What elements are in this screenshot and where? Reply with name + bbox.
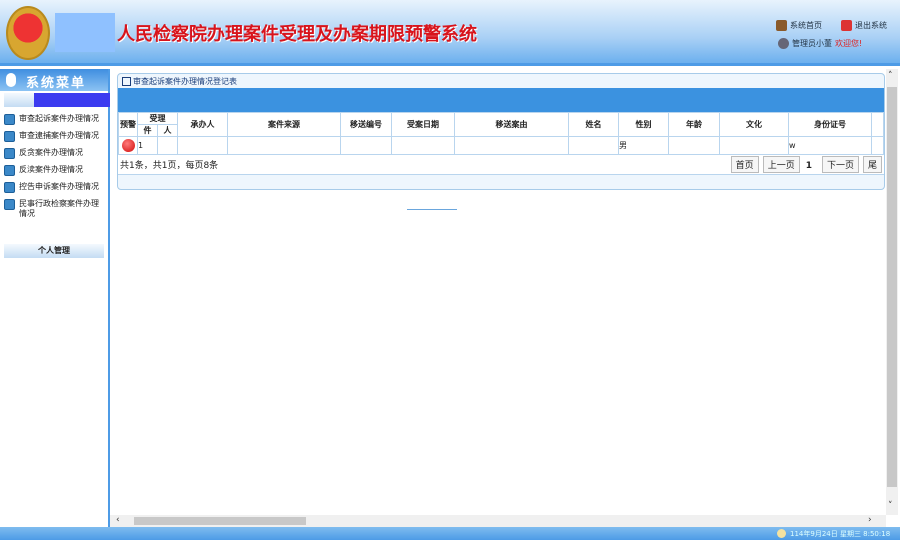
procuratorate-emblem-logo bbox=[6, 6, 50, 60]
last-page-button[interactable]: 尾 bbox=[862, 156, 882, 173]
user-icon bbox=[778, 38, 789, 49]
col-warning: 预警 bbox=[118, 112, 138, 137]
panel-title: 审查起诉案件办理情况登记表 bbox=[118, 74, 884, 88]
scrollbar-thumb[interactable] bbox=[134, 517, 306, 525]
first-page-button[interactable]: 首页 bbox=[730, 156, 759, 173]
mouse-icon bbox=[6, 73, 16, 87]
scrollbar-thumb[interactable] bbox=[887, 87, 897, 487]
sidebar-item-label: 反渎案件办理情况 bbox=[19, 165, 83, 174]
redacted-region bbox=[55, 13, 115, 52]
sidebar-item-complaint[interactable]: 控告申诉案件办理情况 bbox=[0, 179, 108, 196]
welcome-text: 欢迎您! bbox=[835, 39, 863, 48]
prev-page-button[interactable]: 上一页 bbox=[762, 156, 800, 173]
loading-line bbox=[407, 209, 457, 210]
scroll-right-icon[interactable]: › bbox=[868, 515, 872, 525]
sidebar-item-label: 反贪案件办理情况 bbox=[19, 148, 83, 157]
group-label: 个人管理 bbox=[38, 246, 70, 255]
vertical-scrollbar[interactable]: ˄ ˅ bbox=[886, 69, 898, 515]
status-bar: 114年9月24日 星期三 8:50:18 bbox=[0, 527, 900, 540]
home-link[interactable]: 系统首页 bbox=[776, 20, 822, 31]
status-datetime: 114年9月24日 星期三 8:50:18 bbox=[790, 530, 891, 538]
cell-id-no: w bbox=[788, 136, 872, 155]
cell-transfer-reason bbox=[454, 136, 569, 155]
case-table: 预警 受理 承办人 案件来源 移送编号 受案日期 移送案由 姓名 性别 年龄 文… bbox=[118, 112, 884, 155]
sidebar-item-civil-admin[interactable]: 民事行政检察案件办理情况 bbox=[0, 196, 108, 222]
table-icon bbox=[122, 76, 131, 86]
scroll-up-icon[interactable]: ˄ bbox=[888, 71, 893, 81]
current-page: 1 bbox=[805, 161, 812, 171]
cell-more bbox=[871, 136, 884, 155]
cell-education bbox=[719, 136, 789, 155]
document-icon bbox=[4, 131, 15, 142]
scroll-down-icon[interactable]: ˅ bbox=[888, 501, 893, 511]
redacted-region bbox=[34, 93, 114, 107]
sidebar-title-text: 系统菜单 bbox=[26, 76, 87, 91]
table-header-row: 预警 受理 承办人 案件来源 移送编号 受案日期 移送案由 姓名 性别 年龄 文… bbox=[118, 112, 884, 137]
col-more bbox=[871, 112, 884, 137]
table-row[interactable]: 1 男 w bbox=[118, 136, 884, 155]
sidebar-item-anti-dereliction[interactable]: 反渎案件办理情况 bbox=[0, 162, 108, 179]
case-register-panel: 审查起诉案件办理情况登记表 预警 受理 承办人 案件来源 移送编号 受案日期 移… bbox=[117, 73, 885, 190]
next-page-button[interactable]: 下一页 bbox=[821, 156, 859, 173]
cell-gender: 男 bbox=[618, 136, 669, 155]
document-icon bbox=[4, 148, 15, 159]
col-education: 文化 bbox=[719, 112, 789, 137]
sidebar: 系统菜单 案件 审查起诉案件办理情况 审查逮捕案件办理情况 反贪案件办理情况 反… bbox=[0, 69, 114, 527]
menu-group-personal[interactable]: 个人管理 bbox=[4, 244, 104, 258]
cell-handler bbox=[177, 136, 228, 155]
header: 人民检察院办理案件受理及办案期限预警系统 系统首页 退出系统 管理员小董 欢迎您! bbox=[0, 0, 900, 66]
col-gender: 性别 bbox=[618, 112, 669, 137]
user-info: 管理员小董 欢迎您! bbox=[778, 38, 862, 49]
scroll-left-icon[interactable]: ‹ bbox=[116, 515, 120, 525]
menu-group-cases[interactable]: 案件 bbox=[4, 93, 114, 107]
warning-cell bbox=[118, 136, 138, 155]
col-accept-person: 人 bbox=[157, 124, 178, 137]
app-title: 人民检察院办理案件受理及办案期限预警系统 bbox=[117, 24, 477, 45]
clock-icon bbox=[777, 529, 786, 538]
col-id-no: 身份证号 bbox=[788, 112, 872, 137]
sidebar-item-label: 民事行政检察案件办理情况 bbox=[19, 199, 99, 218]
home-label: 系统首页 bbox=[790, 21, 822, 30]
sidebar-item-anti-corruption[interactable]: 反贪案件办理情况 bbox=[0, 145, 108, 162]
document-icon bbox=[4, 182, 15, 193]
pagination: 共1条，共1页，每页8条 首页 上一页 1 下一页尾 bbox=[118, 155, 884, 175]
document-icon bbox=[4, 199, 15, 210]
sidebar-item-label: 审查逮捕案件办理情况 bbox=[19, 131, 99, 140]
document-icon bbox=[4, 114, 15, 125]
sidebar-title: 系统菜单 bbox=[0, 69, 108, 91]
col-handler: 承办人 bbox=[177, 112, 228, 137]
home-icon bbox=[776, 20, 787, 31]
toolbar-bar bbox=[118, 88, 884, 112]
sidebar-item-label: 审查起诉案件办理情况 bbox=[19, 114, 99, 123]
horizontal-scrollbar[interactable]: ‹ › bbox=[110, 515, 886, 527]
col-accept-date: 受案日期 bbox=[391, 112, 455, 137]
col-accept: 受理 bbox=[137, 112, 178, 125]
pagination-summary: 共1条，共1页，每页8条 bbox=[120, 161, 219, 171]
cell-accept-case: 1 bbox=[137, 136, 158, 155]
main-content: 审查起诉案件办理情况登记表 预警 受理 承办人 案件来源 移送编号 受案日期 移… bbox=[110, 69, 886, 515]
cell-transfer-no bbox=[340, 136, 392, 155]
col-name: 姓名 bbox=[568, 112, 619, 137]
document-icon bbox=[4, 165, 15, 176]
panel-title-text: 审查起诉案件办理情况登记表 bbox=[133, 76, 237, 86]
col-accept-case: 件 bbox=[137, 124, 158, 137]
red-warning-light-icon bbox=[121, 139, 135, 152]
cell-name bbox=[568, 136, 619, 155]
col-transfer-no: 移送编号 bbox=[340, 112, 392, 137]
cell-age bbox=[668, 136, 720, 155]
sidebar-item-arrest[interactable]: 审查逮捕案件办理情况 bbox=[0, 128, 108, 145]
col-age: 年龄 bbox=[668, 112, 720, 137]
cell-source bbox=[227, 136, 341, 155]
power-icon bbox=[841, 20, 852, 31]
cell-accept-person bbox=[157, 136, 178, 155]
col-source: 案件来源 bbox=[227, 112, 341, 137]
col-transfer-reason: 移送案由 bbox=[454, 112, 569, 137]
user-name: 管理员小董 bbox=[792, 39, 832, 48]
sidebar-item-prosecution[interactable]: 审查起诉案件办理情况 bbox=[0, 111, 108, 128]
sidebar-item-label: 控告申诉案件办理情况 bbox=[19, 182, 99, 191]
logout-label: 退出系统 bbox=[855, 21, 887, 30]
logout-link[interactable]: 退出系统 bbox=[841, 20, 887, 31]
cell-accept-date bbox=[391, 136, 455, 155]
